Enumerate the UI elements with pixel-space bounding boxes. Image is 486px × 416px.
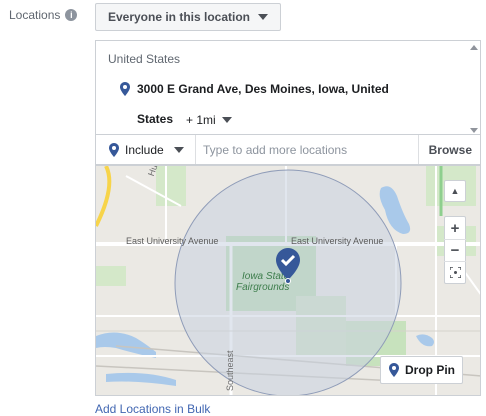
location-pin-icon [120, 82, 130, 96]
location-address-line1[interactable]: 3000 E Grand Ave, Des Moines, Iowa, Unit… [137, 82, 389, 96]
location-address-line2[interactable]: States [137, 112, 173, 126]
selected-locations-list: United States 3000 E Grand Ave, Des Moin… [95, 40, 481, 134]
locations-label-row: Locations i [9, 8, 78, 22]
location-map[interactable]: Hubbell East University Avenue East Univ… [95, 165, 481, 396]
radius-dropdown[interactable]: + 1mi [186, 113, 232, 127]
locations-label: Locations [9, 8, 61, 22]
browse-button[interactable]: Browse [417, 135, 480, 164]
chevron-down-icon [258, 14, 269, 20]
scroll-up-arrow-icon[interactable] [470, 45, 478, 50]
location-pin-icon [109, 142, 119, 157]
scroll-down-arrow-icon[interactable] [470, 128, 478, 133]
chevron-down-icon [221, 117, 232, 123]
radius-value: + 1mi [186, 113, 216, 127]
map-location-pin-icon[interactable] [276, 248, 300, 284]
include-label: Include [125, 142, 164, 157]
include-search-bar: Include Browse [95, 134, 481, 165]
location-pin-icon [389, 363, 399, 377]
include-exclude-dropdown[interactable]: Include [96, 135, 196, 164]
zoom-in-button[interactable]: + [444, 217, 466, 239]
add-locations-in-bulk-link[interactable]: Add Locations in Bulk [95, 402, 210, 416]
chevron-up-icon[interactable]: ▲ [444, 181, 466, 201]
audience-location-dropdown[interactable]: Everyone in this location [95, 3, 281, 31]
info-icon[interactable]: i [65, 9, 78, 21]
map-street-label: East University Avenue [291, 236, 384, 246]
location-search-input[interactable] [196, 142, 416, 157]
map-street-label: Southeast [225, 350, 235, 391]
chevron-down-icon [173, 146, 184, 153]
location-list-scrollbar[interactable] [470, 43, 478, 133]
map-zoom-controls: + − [444, 216, 466, 284]
zoom-out-button[interactable]: − [444, 239, 466, 261]
map-scroll-control[interactable]: ▲ [444, 180, 466, 202]
map-street-label: East University Avenue [126, 236, 219, 246]
drop-pin-button[interactable]: Drop Pin [380, 356, 463, 384]
audience-dropdown-label: Everyone in this location [107, 10, 251, 24]
drop-pin-label: Drop Pin [405, 363, 455, 377]
country-heading: United States [108, 52, 181, 66]
fullscreen-icon[interactable] [444, 261, 466, 283]
